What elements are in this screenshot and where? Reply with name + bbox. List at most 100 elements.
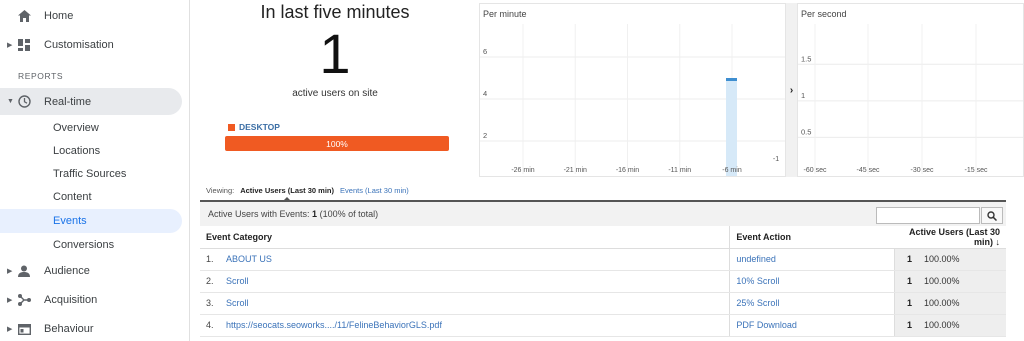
sidebar-subitem-label: Overview bbox=[53, 122, 99, 134]
summary-title: In last five minutes bbox=[260, 2, 410, 22]
header-active-users[interactable]: Active Users (Last 30 min) ↓ bbox=[894, 226, 1006, 249]
sidebar-item-label: Acquisition bbox=[44, 294, 98, 306]
active-users-subtitle: active users on site bbox=[292, 88, 378, 99]
bar-minute-6 bbox=[726, 78, 737, 176]
row-index: 1. bbox=[200, 248, 220, 271]
event-category-link[interactable]: ABOUT US bbox=[220, 248, 730, 271]
sort-down-icon: ↓ bbox=[995, 236, 1001, 247]
active-users-percent: 100.00% bbox=[918, 270, 1006, 293]
search-icon bbox=[987, 210, 997, 221]
device-share-bar: 100% bbox=[225, 136, 449, 151]
main-content: In last five minutes 1 active users on s… bbox=[200, 0, 1024, 341]
collapse-caret-icon[interactable]: ▼ bbox=[7, 98, 14, 105]
table-row: 1. ABOUT US undefined 1 100.00% bbox=[200, 248, 1006, 271]
active-users-value: 1 bbox=[893, 292, 918, 315]
acquisition-icon bbox=[17, 293, 31, 307]
dashboard-icon bbox=[17, 38, 31, 52]
y-tick-label: 1.5 bbox=[801, 54, 811, 63]
active-users-summary: In last five minutes 1 active users on s… bbox=[200, 0, 470, 180]
event-action-link[interactable]: PDF Download bbox=[729, 314, 894, 337]
search-button[interactable] bbox=[981, 207, 1003, 224]
event-action-link[interactable]: undefined bbox=[729, 248, 894, 271]
y-tick-label: 6 bbox=[483, 47, 487, 56]
table-row: 4. https://seocats.seoworks..../11/Feline… bbox=[200, 314, 1006, 337]
sidebar-subitem-label: Events bbox=[53, 215, 87, 227]
event-action-link[interactable]: 25% Scroll bbox=[729, 292, 894, 315]
viewing-tabs: Viewing: Active Users (Last 30 min) Even… bbox=[206, 186, 409, 201]
event-category-link[interactable]: https://seocats.seoworks..../11/FelineBe… bbox=[220, 314, 730, 337]
y-tick-label: 1 bbox=[801, 91, 805, 100]
x-tick-label: -60 sec bbox=[804, 167, 827, 174]
clock-icon bbox=[17, 95, 31, 109]
tab-active-users[interactable]: Active Users (Last 30 min) bbox=[240, 186, 334, 201]
sidebar-subitem-label: Content bbox=[53, 191, 92, 203]
section-label-reports: REPORTS bbox=[18, 71, 64, 81]
active-users-percent: 100.00% bbox=[918, 292, 1006, 315]
device-legend: DESKTOP bbox=[228, 122, 280, 132]
summary-prefix: Active Users with Events: bbox=[208, 209, 310, 219]
bar-top-minute-6 bbox=[726, 78, 737, 81]
sidebar-item-home[interactable]: Home bbox=[0, 4, 182, 28]
event-category-link[interactable]: Scroll bbox=[220, 292, 730, 315]
x-tick-label: -1 bbox=[773, 156, 779, 163]
x-tick-label: -45 sec bbox=[857, 167, 880, 174]
expand-caret-icon[interactable]: ▶ bbox=[7, 325, 12, 333]
sidebar-subitem-locations[interactable]: Locations bbox=[0, 140, 182, 162]
viewing-label: Viewing: bbox=[206, 186, 235, 195]
sidebar: Home ▶ Customisation REPORTS ▼ Real-time… bbox=[0, 0, 190, 341]
sidebar-subitem-label: Locations bbox=[53, 145, 101, 157]
table-search-input[interactable] bbox=[876, 207, 980, 224]
row-index: 4. bbox=[200, 314, 220, 337]
device-share-percent: 100% bbox=[326, 138, 348, 149]
x-tick-label: -11 min bbox=[668, 167, 691, 174]
x-tick-label: -21 min bbox=[564, 167, 587, 174]
table-summary-bar: Active Users with Events: 1 (100% of tot… bbox=[200, 200, 1006, 226]
person-icon bbox=[17, 264, 31, 278]
table-row: 3. Scroll 25% Scroll 1 100.00% bbox=[200, 292, 1006, 315]
y-tick-label: 2 bbox=[483, 131, 487, 140]
sidebar-subitem-traffic-sources[interactable]: Traffic Sources bbox=[0, 163, 182, 185]
per-second-chart-svg: 0.5 1 1.5 -60 sec -45 sec -30 sec -15 sec bbox=[798, 24, 1023, 174]
events-table-section: Active Users with Events: 1 (100% of tot… bbox=[200, 200, 1006, 341]
expand-caret-icon[interactable]: ▶ bbox=[7, 267, 12, 275]
sidebar-subitem-label: Traffic Sources bbox=[53, 168, 127, 180]
active-users-percent: 100.00% bbox=[918, 314, 1006, 337]
row-index: 3. bbox=[200, 292, 220, 315]
y-tick-label: 0.5 bbox=[801, 127, 811, 136]
table-header-row: Event Category Event Action Active Users… bbox=[200, 226, 1006, 249]
sidebar-item-label: Audience bbox=[44, 265, 90, 277]
sidebar-item-label: Home bbox=[44, 10, 74, 22]
active-users-value: 1 bbox=[893, 314, 918, 337]
behaviour-icon bbox=[17, 322, 31, 336]
header-event-category[interactable]: Event Category bbox=[200, 226, 730, 249]
active-users-value: 1 bbox=[893, 248, 918, 271]
x-tick-label: -30 sec bbox=[911, 167, 934, 174]
sidebar-subitem-events[interactable]: Events bbox=[0, 209, 182, 233]
event-category-link[interactable]: Scroll bbox=[220, 270, 730, 293]
sidebar-subitem-conversions[interactable]: Conversions bbox=[0, 234, 182, 256]
header-active-users-label: Active Users (Last 30 min) bbox=[908, 226, 1000, 247]
chevron-right-icon[interactable]: › bbox=[786, 3, 797, 177]
sidebar-item-audience[interactable]: ▶ Audience bbox=[0, 259, 182, 283]
sidebar-item-customisation[interactable]: ▶ Customisation bbox=[0, 33, 182, 57]
summary-value: 1 bbox=[312, 209, 318, 219]
expand-caret-icon[interactable]: ▶ bbox=[7, 41, 12, 49]
realtime-charts: Per minute 2 4 6 -26 min -21 min -16 min -11 m… bbox=[479, 0, 1024, 180]
sidebar-item-realtime[interactable]: ▼ Real-time bbox=[0, 88, 182, 115]
x-tick-label: -16 min bbox=[616, 167, 639, 174]
per-second-chart: Per second 0.5 1 1.5 -60 sec -45 sec -30 sec -… bbox=[797, 3, 1024, 177]
event-action-link[interactable]: 10% Scroll bbox=[729, 270, 894, 293]
ga-realtime-events-page: Home ▶ Customisation REPORTS ▼ Real-time… bbox=[0, 0, 1024, 341]
sidebar-subitem-content[interactable]: Content bbox=[0, 186, 182, 208]
x-tick-label: -15 sec bbox=[965, 167, 988, 174]
active-users-percent: 100.00% bbox=[918, 248, 1006, 271]
events-table: Event Category Event Action Active Users… bbox=[200, 226, 1006, 337]
home-icon bbox=[17, 9, 31, 23]
sidebar-item-behaviour[interactable]: ▶ Behaviour bbox=[0, 317, 182, 341]
expand-caret-icon[interactable]: ▶ bbox=[7, 296, 12, 304]
tab-events[interactable]: Events (Last 30 min) bbox=[340, 186, 409, 195]
sidebar-item-acquisition[interactable]: ▶ Acquisition bbox=[0, 288, 182, 312]
sidebar-subitem-overview[interactable]: Overview bbox=[0, 117, 182, 139]
header-event-action[interactable]: Event Action bbox=[729, 226, 894, 249]
y-tick-label: 4 bbox=[483, 89, 487, 98]
